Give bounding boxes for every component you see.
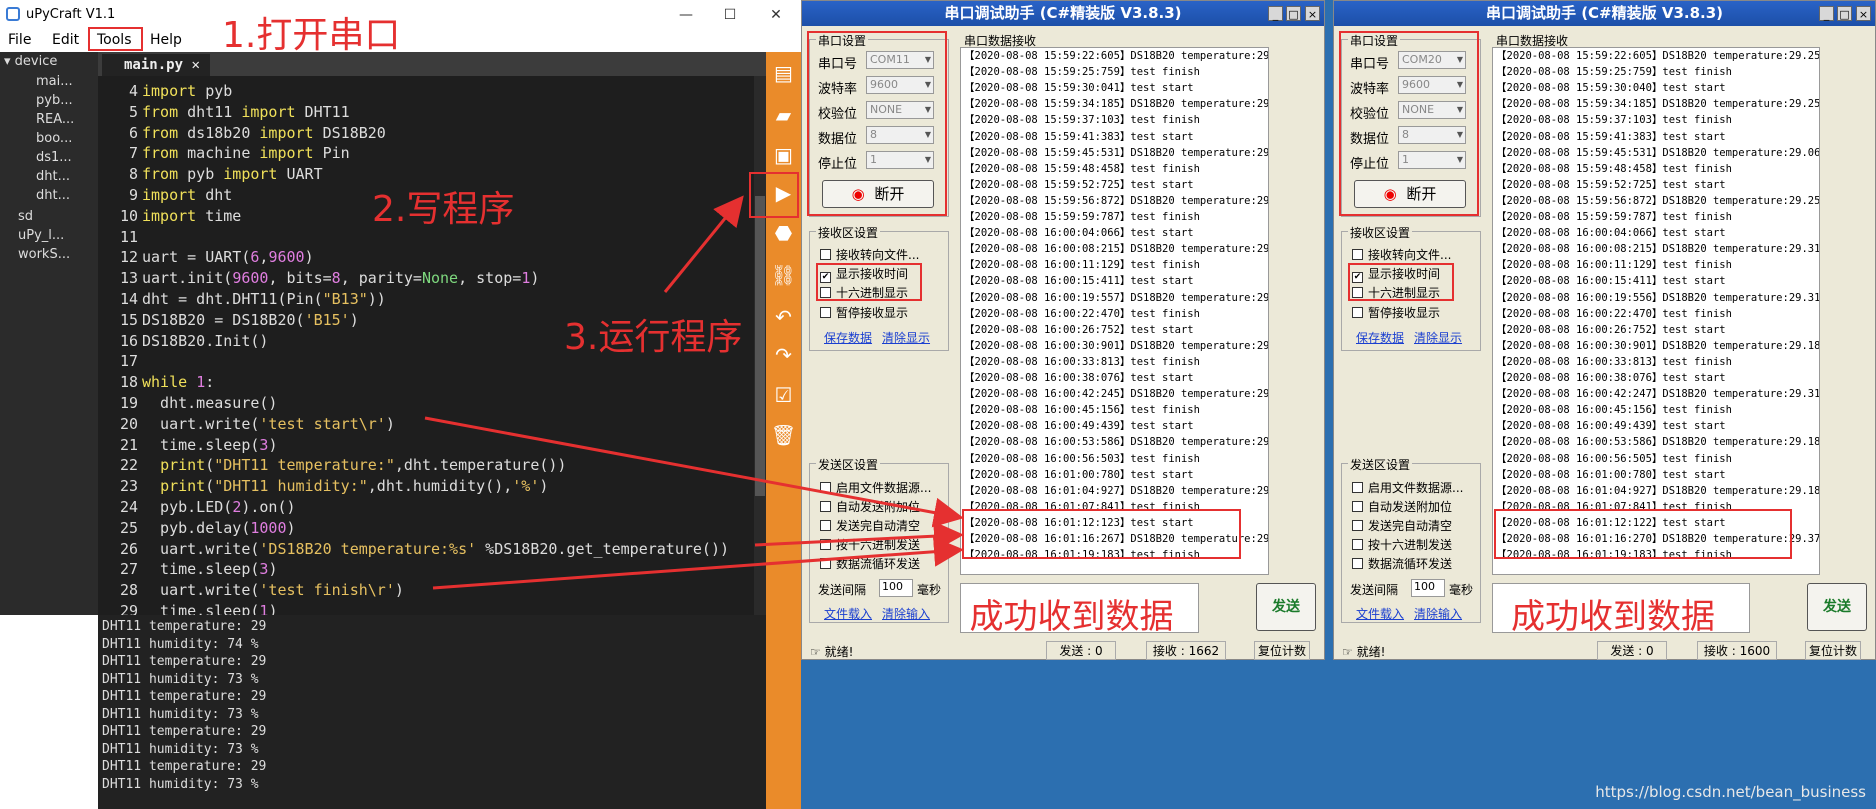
- annotation-arrows: [424, 195, 964, 590]
- watermark: https://blog.csdn.net/bean_business: [1595, 783, 1866, 801]
